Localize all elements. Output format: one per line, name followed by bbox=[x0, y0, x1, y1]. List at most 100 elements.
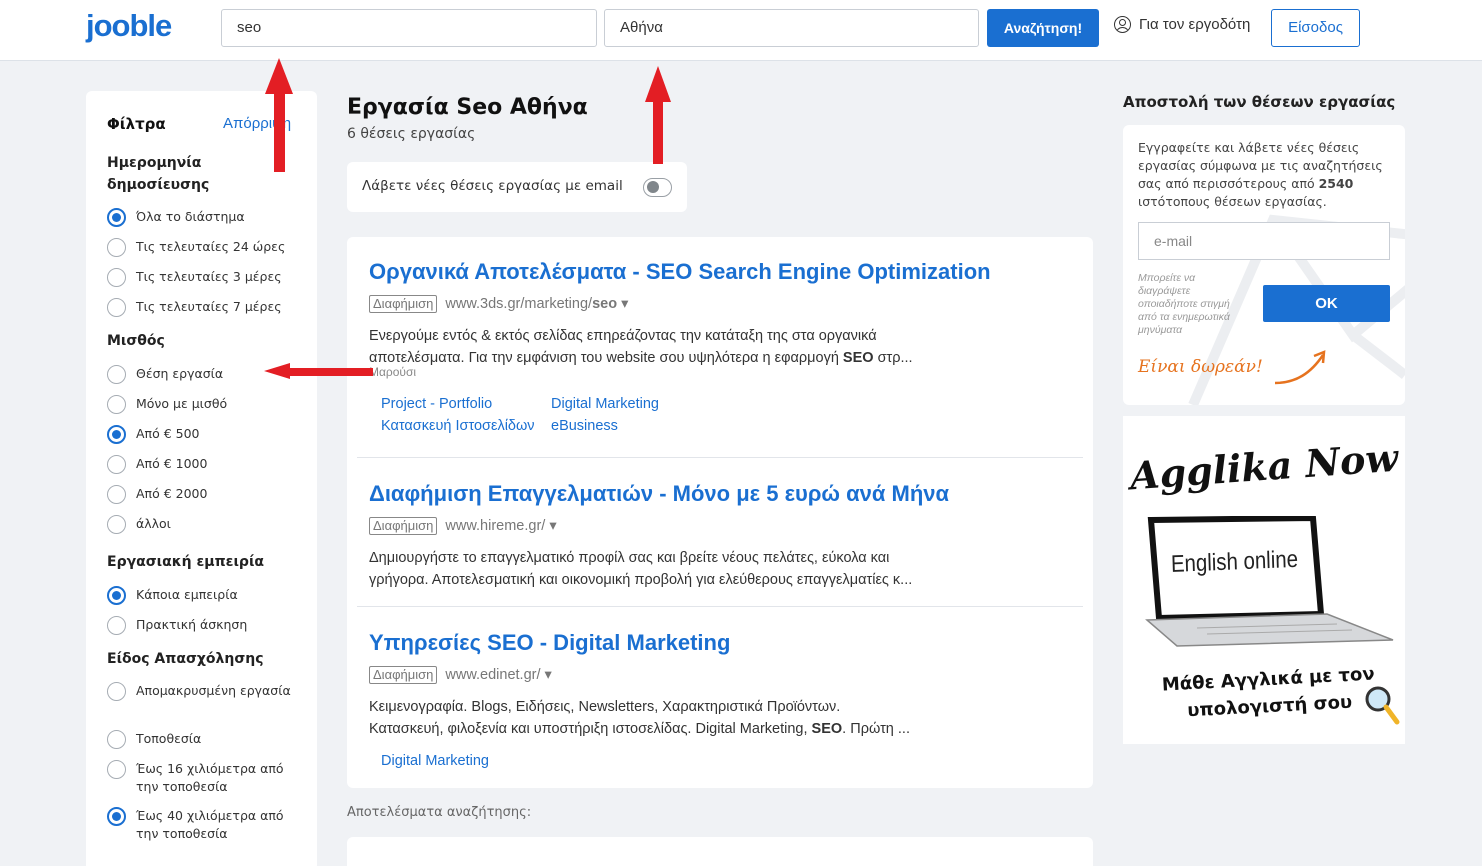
filter-option-label: Απομακρυσμένη εργασία bbox=[136, 683, 291, 698]
radio[interactable] bbox=[107, 238, 126, 257]
filter-group-experience: Εργασιακή εμπειρία bbox=[107, 554, 265, 570]
ad-desc-line: . Πρώτη ... bbox=[842, 721, 910, 737]
ad-sitelink[interactable]: Κατασκευή Ιστοσελίδων bbox=[381, 415, 551, 437]
page-title: Εργασία Seo Αθήνα bbox=[347, 95, 588, 120]
radio-checked[interactable] bbox=[107, 425, 126, 444]
jooble-logo[interactable]: jooble bbox=[86, 8, 172, 44]
ad-title-link[interactable]: Οργανικά Αποτελέσματα - SEO Search Engin… bbox=[369, 259, 1079, 285]
filter-option[interactable]: Πρακτική άσκηση bbox=[107, 616, 307, 635]
radio[interactable] bbox=[107, 268, 126, 287]
ad-desc-line: Κειμενογραφία. Blogs, Ειδήσεις, Newslett… bbox=[369, 699, 841, 715]
radio[interactable] bbox=[107, 515, 126, 534]
divider bbox=[357, 457, 1083, 458]
filter-option[interactable]: Έως 40 χιλιόμετρα από την τοποθεσία bbox=[107, 807, 307, 843]
magnifier-icon bbox=[1365, 686, 1400, 725]
filter-option[interactable]: Μόνο με μισθό bbox=[107, 395, 307, 414]
ad-url-bold: seo bbox=[592, 296, 618, 312]
radio[interactable] bbox=[107, 395, 126, 414]
free-label: Είναι δωρεάν! bbox=[1138, 357, 1263, 377]
annotation-arrow bbox=[274, 92, 285, 172]
search-input[interactable]: seo bbox=[221, 9, 597, 47]
radio[interactable] bbox=[107, 616, 126, 635]
ad-description: Δημιουργήστε το επαγγελματικό προφίλ σας… bbox=[369, 547, 1009, 591]
filter-option-label: άλλοι bbox=[136, 516, 171, 531]
annotation-arrow-head bbox=[645, 66, 671, 102]
filter-option[interactable]: άλλοι bbox=[107, 515, 307, 534]
ad-url-text[interactable]: www.3ds.gr/marketing/seo ▾ bbox=[445, 296, 628, 312]
radio[interactable] bbox=[107, 730, 126, 749]
filter-option[interactable]: Έως 16 χιλιόμετρα από την τοποθεσία bbox=[107, 760, 307, 796]
radio[interactable] bbox=[107, 365, 126, 384]
filter-option[interactable]: Από € 2000 bbox=[107, 485, 307, 504]
filter-option[interactable]: Απομακρυσμένη εργασία bbox=[107, 682, 307, 701]
ad-sitelinks: Project - Portfolio Digital Marketing Κα… bbox=[381, 393, 1079, 437]
filter-option-label: Έως 40 χιλιόμετρα από την τοποθεσία bbox=[136, 808, 284, 841]
ad-title-link[interactable]: Υπηρεσίες SEO - Digital Marketing bbox=[369, 630, 1079, 656]
ad-sitelinks: Digital Marketing bbox=[381, 750, 1079, 772]
ad-item: Οργανικά Αποτελέσματα - SEO Search Engin… bbox=[369, 259, 1079, 437]
ok-button[interactable]: OK bbox=[1263, 285, 1390, 322]
radio[interactable] bbox=[107, 682, 126, 701]
radio[interactable] bbox=[107, 485, 126, 504]
email-alert-box: Λάβετε νέες θέσεις εργασίας με email bbox=[347, 162, 687, 212]
banner-ad[interactable]: Agglika Now English online Μάθε Αγγλικά … bbox=[1123, 416, 1405, 744]
filter-option-label: Έως 16 χιλιόμετρα από την τοποθεσία bbox=[136, 761, 284, 794]
ad-url-text[interactable]: www.hireme.gr/ ▾ bbox=[445, 518, 556, 534]
ad-url: Διαφήμιση www.hireme.gr/ ▾ bbox=[369, 517, 1079, 535]
email-alert-label: Λάβετε νέες θέσεις εργασίας με email bbox=[362, 178, 623, 194]
ad-badge: Διαφήμιση bbox=[369, 666, 438, 684]
filter-option[interactable]: Κάποια εμπειρία bbox=[107, 586, 307, 605]
annotation-arrow-head bbox=[265, 58, 293, 94]
radio-checked[interactable] bbox=[107, 807, 126, 826]
filter-option-label: Από € 500 bbox=[136, 426, 200, 441]
ad-sitelink[interactable]: Digital Marketing bbox=[381, 750, 551, 772]
filter-option[interactable]: Τοποθεσία bbox=[107, 730, 307, 749]
ad-desc-line: στρ... bbox=[873, 350, 913, 366]
top-header: jooble seo Αθήνα Αναζήτηση! Για τον εργο… bbox=[0, 0, 1482, 61]
employer-link[interactable]: Για τον εργοδότη bbox=[1114, 16, 1250, 33]
filter-group-salary: Μισθός bbox=[107, 333, 165, 349]
login-button[interactable]: Είσοδος bbox=[1271, 9, 1360, 47]
filter-option-label: Τις τελευταίες 24 ώρες bbox=[136, 239, 286, 254]
filter-option[interactable]: Όλα το διάστημα bbox=[107, 208, 307, 227]
filter-group-employment: Είδος Απασχόλησης bbox=[107, 651, 264, 667]
results-card: Οργανικά Αποτελέσματα - SEO Search Engin… bbox=[347, 237, 1093, 788]
banner-brand: Agglika Now bbox=[1128, 434, 1400, 499]
filter-option[interactable]: Από € 500 bbox=[107, 425, 307, 444]
filter-option-label: Από € 2000 bbox=[136, 486, 208, 501]
banner-slogan: Μάθε Αγγλικά με τον υπολογιστή σου bbox=[1161, 663, 1376, 722]
radio-checked[interactable] bbox=[107, 586, 126, 605]
ad-sitelink[interactable]: Digital Marketing bbox=[551, 393, 721, 415]
job-count: 6 θέσεις εργασίας bbox=[347, 126, 476, 142]
ad-item: Υπηρεσίες SEO - Digital Marketing Διαφήμ… bbox=[369, 630, 1079, 772]
filter-option-label: Από € 1000 bbox=[136, 456, 208, 471]
filter-option[interactable]: Τις τελευταίες 7 μέρες bbox=[107, 298, 307, 317]
filter-option-label: Πρακτική άσκηση bbox=[136, 617, 248, 632]
radio-checked[interactable] bbox=[107, 208, 126, 227]
filter-option[interactable]: Τις τελευταίες 3 μέρες bbox=[107, 268, 307, 287]
filter-option[interactable]: Από € 1000 bbox=[107, 455, 307, 474]
laptop-icon bbox=[1145, 516, 1394, 647]
email-alert-toggle[interactable] bbox=[643, 178, 672, 197]
location-input[interactable]: Αθήνα bbox=[604, 9, 979, 47]
filters-title: Φίλτρα bbox=[107, 115, 166, 133]
divider bbox=[357, 606, 1083, 607]
search-button[interactable]: Αναζήτηση! bbox=[987, 9, 1099, 47]
ad-title-link[interactable]: Διαφήμιση Επαγγελματιών - Μόνο με 5 ευρώ… bbox=[369, 481, 1079, 507]
ad-sitelink[interactable]: eBusiness bbox=[551, 415, 721, 437]
subscribe-text-b: ιστότοπους θέσεων εργασίας. bbox=[1138, 194, 1327, 209]
radio[interactable] bbox=[107, 760, 126, 779]
subscribe-text: Εγγραφείτε και λάβετε νέες θέσεις εργασί… bbox=[1138, 139, 1396, 211]
filter-option[interactable]: Τις τελευταίες 24 ώρες bbox=[107, 238, 307, 257]
result-card-partial bbox=[347, 837, 1093, 866]
radio[interactable] bbox=[107, 455, 126, 474]
email-input[interactable]: e-mail bbox=[1138, 222, 1390, 260]
ad-desc-line: Δημιουργήστε το επαγγελματικό προφίλ σας… bbox=[369, 550, 890, 566]
filter-group-date: Ημερομηνία δημοσίευσης bbox=[107, 155, 210, 193]
ad-sitelink[interactable]: Project - Portfolio bbox=[381, 393, 551, 415]
radio[interactable] bbox=[107, 298, 126, 317]
ad-badge: Διαφήμιση bbox=[369, 295, 438, 313]
ad-description: Κειμενογραφία. Blogs, Ειδήσεις, Newslett… bbox=[369, 696, 1009, 740]
unsubscribe-note: Μπορείτε να διαγράψετε οποιαδήποτε στιγμ… bbox=[1138, 272, 1230, 336]
ad-url-text[interactable]: www.edinet.gr/ ▾ bbox=[445, 667, 551, 683]
